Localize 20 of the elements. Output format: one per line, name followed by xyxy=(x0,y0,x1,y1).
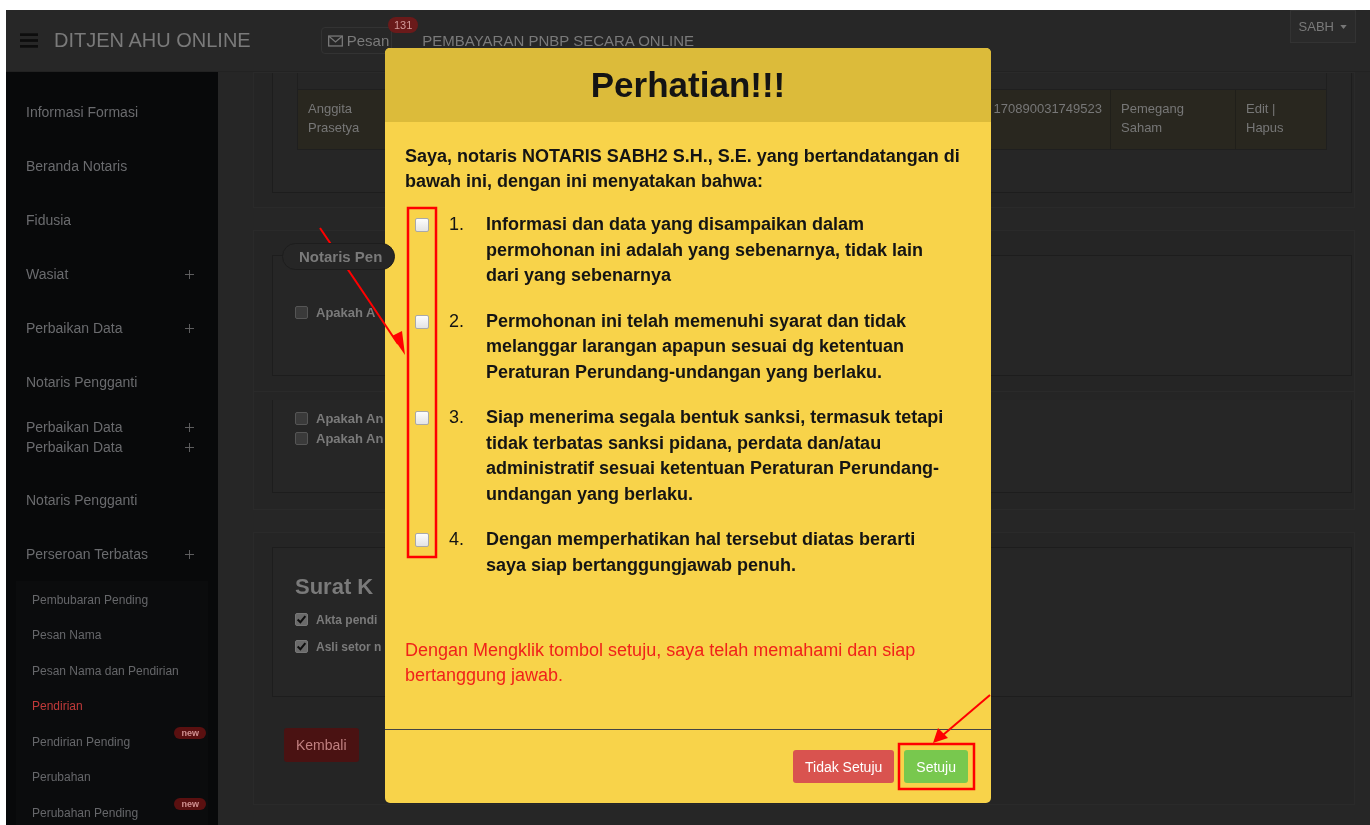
warning-text: Dengan Mengklik tombol setuju, saya telah memahami dan siap bertanggung jawab. xyxy=(405,639,917,687)
message-count-badge: 131 xyxy=(388,17,419,33)
checkbox-label: Apakah A xyxy=(316,304,376,320)
statement-number: 1. xyxy=(449,213,465,236)
checkbox-label: Apakah An xyxy=(316,430,384,446)
table-cell: Pemegang Saham xyxy=(1111,90,1236,149)
checkbox-label: Asli setor n xyxy=(316,639,382,654)
statement-text: Permohonan ini telah memenuhi syarat dan tidak melanggar larangan apapun sesuai dg ketentuan Peraturan Perundang-undangan yang berlaku. xyxy=(486,309,908,384)
fieldset-legend: Notaris Pen xyxy=(282,243,396,270)
checkbox-label: Apakah An xyxy=(316,410,384,426)
statement-number: 4. xyxy=(449,528,465,551)
statement-text: Siap menerima segala bentuk sanksi, termasuk tetapi tidak terbatas sanksi pidana, perdata dan/atau administratif sesuai ketentuan Peraturan Perundang-undangan yang berlaku. xyxy=(486,406,945,506)
new-badge: new xyxy=(174,727,206,739)
statement-number: 2. xyxy=(449,309,465,333)
statement-text: Informasi dan data yang disampaikan dalam permohonan ini adalah yang sebenarnya, tidak lain dari yang sebenarnya xyxy=(486,213,925,287)
statement-text: Dengan memperhatikan hal tersebut diatas berarti saya siap bertanggungjawab penuh. xyxy=(486,528,917,577)
new-badge: new xyxy=(174,798,206,810)
section-heading: Surat K xyxy=(295,574,374,600)
statement-number: 3. xyxy=(449,406,465,429)
checkbox-label: Akta pendi xyxy=(316,612,378,627)
